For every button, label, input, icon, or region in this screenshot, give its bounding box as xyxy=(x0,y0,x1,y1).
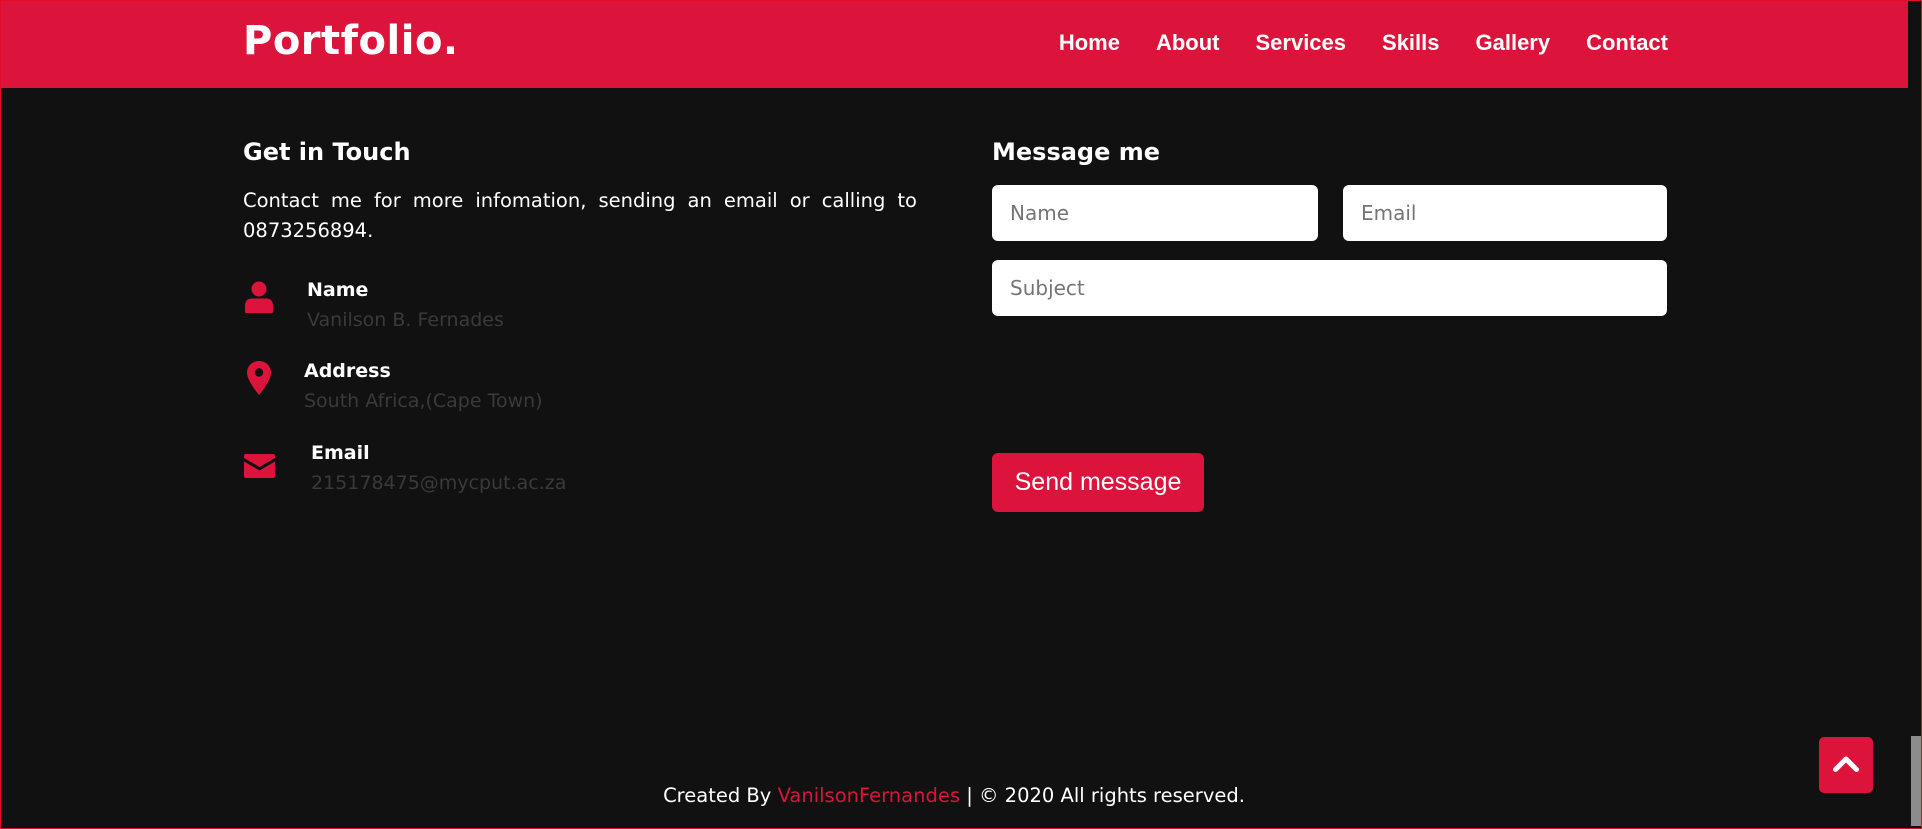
contact-title: Get in Touch xyxy=(243,138,411,166)
email-input[interactable] xyxy=(1343,185,1667,241)
envelope-icon xyxy=(243,450,275,482)
info-label-address: Address xyxy=(304,360,391,382)
nav-link-gallery[interactable]: Gallery xyxy=(1476,30,1551,55)
nav-item-skills: Skills xyxy=(1382,30,1439,56)
navbar: Portfolio. Home About Services Skills Ga… xyxy=(0,0,1908,88)
info-value-email: 215178475@mycput.ac.za xyxy=(311,472,567,494)
nav-menu: Home About Services Skills Gallery Conta… xyxy=(1059,30,1668,56)
footer-copyright: | © 2020 All rights reserved. xyxy=(966,784,1245,807)
info-label-name: Name xyxy=(307,279,369,301)
nav-link-about[interactable]: About xyxy=(1156,30,1220,55)
footer-author-link[interactable]: VanilsonFernandes xyxy=(778,784,960,807)
nav-link-services[interactable]: Services xyxy=(1255,30,1346,55)
info-value-address: South Africa,(Cape Town) xyxy=(304,390,543,412)
footer: Created By VanilsonFernandes | © 2020 Al… xyxy=(0,784,1908,807)
scroll-top-button[interactable] xyxy=(1819,737,1873,793)
nav-link-contact[interactable]: Contact xyxy=(1586,30,1668,55)
name-input[interactable] xyxy=(992,185,1318,241)
page-scrollbar[interactable] xyxy=(1909,0,1921,827)
map-marker-icon xyxy=(243,361,275,395)
contact-intro: Contact me for more infomation, sending … xyxy=(243,189,917,242)
info-label-email: Email xyxy=(311,442,370,464)
nav-item-home: Home xyxy=(1059,30,1120,56)
subject-input[interactable] xyxy=(992,260,1667,316)
nav-item-contact: Contact xyxy=(1586,30,1668,56)
user-icon xyxy=(243,281,275,313)
nav-item-gallery: Gallery xyxy=(1476,30,1551,56)
window-frame xyxy=(0,0,1922,829)
info-value-name: Vanilson B. Fernades xyxy=(307,309,504,331)
form-title: Message me xyxy=(992,138,1161,166)
chevron-up-icon xyxy=(1833,754,1859,776)
nav-item-services: Services xyxy=(1255,30,1346,56)
footer-prefix: Created By xyxy=(663,784,772,807)
nav-item-about: About xyxy=(1156,30,1220,56)
scrollbar-thumb[interactable] xyxy=(1911,736,1921,826)
nav-link-skills[interactable]: Skills xyxy=(1382,30,1439,55)
logo[interactable]: Portfolio. xyxy=(243,18,459,64)
nav-link-home[interactable]: Home xyxy=(1059,30,1120,55)
send-message-button[interactable]: Send message xyxy=(992,453,1204,512)
